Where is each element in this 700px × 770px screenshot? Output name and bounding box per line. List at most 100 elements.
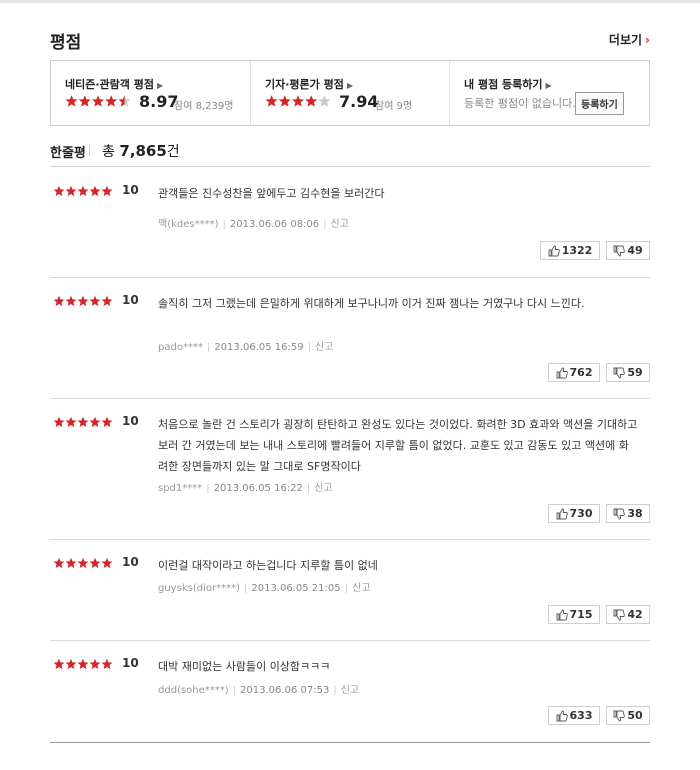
- dislike-button[interactable]: 38: [606, 504, 650, 523]
- like-button[interactable]: 762: [548, 363, 600, 382]
- dislike-count: 38: [627, 507, 643, 520]
- star-icon: [53, 295, 65, 307]
- divider: |: [323, 219, 327, 230]
- critic-score: 7.94: [339, 92, 379, 111]
- star-icon: [78, 95, 91, 107]
- like-count: 633: [569, 709, 593, 722]
- review-score: 10: [122, 414, 139, 428]
- review-text: 대박 재미없는 사람들이 이상함ㅋㅋㅋ: [158, 660, 331, 673]
- reviews-label: 한줄평: [50, 146, 86, 161]
- thumbs-down-icon: [613, 245, 626, 256]
- thumbs-down-icon: [613, 710, 626, 721]
- total-prefix: 총: [102, 144, 120, 160]
- like-button[interactable]: 730: [548, 504, 600, 523]
- thumbs-down-icon: [613, 367, 626, 378]
- review-user: pado****: [158, 342, 203, 353]
- total-suffix: 건: [166, 144, 180, 160]
- thumbs-up-icon: [556, 508, 568, 519]
- star-icon: [292, 95, 304, 107]
- like-count: 715: [569, 608, 593, 621]
- review-user: spd1****: [158, 483, 203, 494]
- star-icon: [101, 557, 113, 569]
- dislike-button[interactable]: 42: [606, 605, 650, 624]
- review-item: 10 솔직히 그저 그랬는데 은밀하게 위대하게 보구나니까 이거 진짜 잼나는…: [50, 277, 650, 399]
- report-link[interactable]: 신고: [341, 685, 359, 696]
- critic-rating-link[interactable]: 기자·평론가 평점 ▶: [265, 76, 353, 92]
- thumbs-down-icon: [613, 609, 626, 620]
- audience-rating-link[interactable]: 네티즌·관람객 평점 ▶: [65, 76, 163, 92]
- thumbs-up-icon: [548, 245, 560, 256]
- report-link[interactable]: 신고: [315, 342, 333, 353]
- review-star-rating: [53, 658, 113, 670]
- review-date: 2013.06.05 16:22: [213, 483, 303, 494]
- like-button[interactable]: 715: [548, 605, 600, 624]
- like-count: 762: [569, 366, 593, 379]
- audience-participants: 참여 8,239명: [174, 101, 234, 112]
- my-rating-label: 내 평점 등록하기: [464, 78, 543, 91]
- star-icon: [77, 295, 89, 307]
- critic-rating-label: 기자·평론가 평점: [265, 78, 344, 91]
- star-icon: [92, 95, 104, 107]
- more-label: 더보기: [608, 33, 643, 47]
- dislike-count: 59: [627, 366, 643, 379]
- critic-star-rating: [265, 95, 331, 107]
- divider: |: [222, 219, 226, 230]
- star-icon: [278, 95, 291, 107]
- thumbs-up-icon: [556, 367, 568, 378]
- section-header: 평점 더보기 ›: [50, 28, 650, 53]
- total-count: 7,865: [119, 142, 167, 160]
- review-user: ddd(sohe****): [158, 685, 229, 696]
- report-link[interactable]: 신고: [314, 483, 332, 494]
- divider: |: [206, 342, 211, 353]
- review-text: 관객들은 진수성찬을 앞에두고 김수현을 보러간다: [158, 187, 385, 200]
- star-icon: [65, 658, 77, 670]
- review-score: 10: [122, 555, 139, 569]
- register-rating-button[interactable]: 등록하기: [575, 92, 624, 115]
- dislike-count: 42: [627, 608, 643, 621]
- arrow-right-icon: ▶: [156, 81, 164, 90]
- star-icon: [101, 416, 113, 428]
- star-icon: [65, 416, 77, 428]
- section-title: 평점: [50, 33, 82, 53]
- arrow-right-icon: ▶: [346, 81, 354, 90]
- review-meta: spd1**** | 2013.06.05 16:22 | 신고: [158, 479, 333, 494]
- thumbs-up-icon: [556, 609, 568, 620]
- review-score: 10: [122, 656, 139, 670]
- review-item: 10 관객들은 진수성찬을 앞에두고 김수현을 보러간다 맥(kdes****)…: [50, 167, 650, 278]
- review-star-rating: [53, 295, 113, 307]
- dislike-button[interactable]: 59: [606, 363, 650, 382]
- arrow-right-icon: ▶: [545, 81, 552, 90]
- divider: |: [306, 483, 311, 494]
- report-link[interactable]: 신고: [331, 219, 349, 230]
- review-date: 2013.06.05 21:05: [251, 583, 341, 594]
- review-text: 솔직히 그저 그랬는데 은밀하게 위대하게 보구나니까 이거 진짜 잼나는 거였…: [158, 297, 585, 310]
- review-meta: guysks(dior****) | 2013.06.05 21:05 | 신고: [158, 579, 370, 594]
- more-link[interactable]: 더보기 ›: [609, 31, 650, 48]
- audience-star-rating: [65, 95, 131, 107]
- star-icon: [105, 95, 118, 107]
- divider: |: [333, 685, 337, 696]
- star-icon: [305, 95, 318, 107]
- review-meta: pado**** | 2013.06.05 16:59 | 신고: [158, 338, 333, 353]
- critic-participants: 참여 9명: [375, 101, 413, 112]
- star-icon: [101, 658, 113, 670]
- review-item: 10 이런걸 대작이라고 하는겁니다 지루할 틈이 없네 guysks(dior…: [50, 539, 650, 641]
- like-button[interactable]: 1322: [540, 241, 600, 260]
- star-icon: [65, 95, 78, 107]
- like-count: 1322: [561, 244, 593, 257]
- review-item: 10 처음으로 놀란 건 스토리가 굉장히 탄탄하고 완성도 있다는 것이었다.…: [50, 398, 650, 540]
- star-icon: [101, 295, 113, 307]
- dislike-button[interactable]: 49: [606, 241, 650, 260]
- like-button[interactable]: 633: [548, 706, 600, 725]
- star-icon: [65, 295, 77, 307]
- review-user: guysks(dior****): [158, 583, 240, 594]
- report-link[interactable]: 신고: [352, 583, 370, 594]
- chevron-right-icon: ›: [645, 33, 650, 47]
- review-score: 10: [122, 293, 139, 307]
- dislike-button[interactable]: 50: [606, 706, 650, 725]
- star-icon: [53, 185, 65, 197]
- my-rating-link[interactable]: 내 평점 등록하기 ▶: [464, 76, 552, 92]
- review-item: 10 대박 재미없는 사람들이 이상함ㅋㅋㅋ ddd(sohe****) | 201…: [50, 640, 650, 743]
- review-text: 처음으로 놀란 건 스토리가 굉장히 탄탄하고 완성도 있다는 것이었다. 화려…: [158, 418, 638, 473]
- my-rating: 내 평점 등록하기 ▶ 등록한 평점이 없습니다. 등록하기: [449, 61, 650, 125]
